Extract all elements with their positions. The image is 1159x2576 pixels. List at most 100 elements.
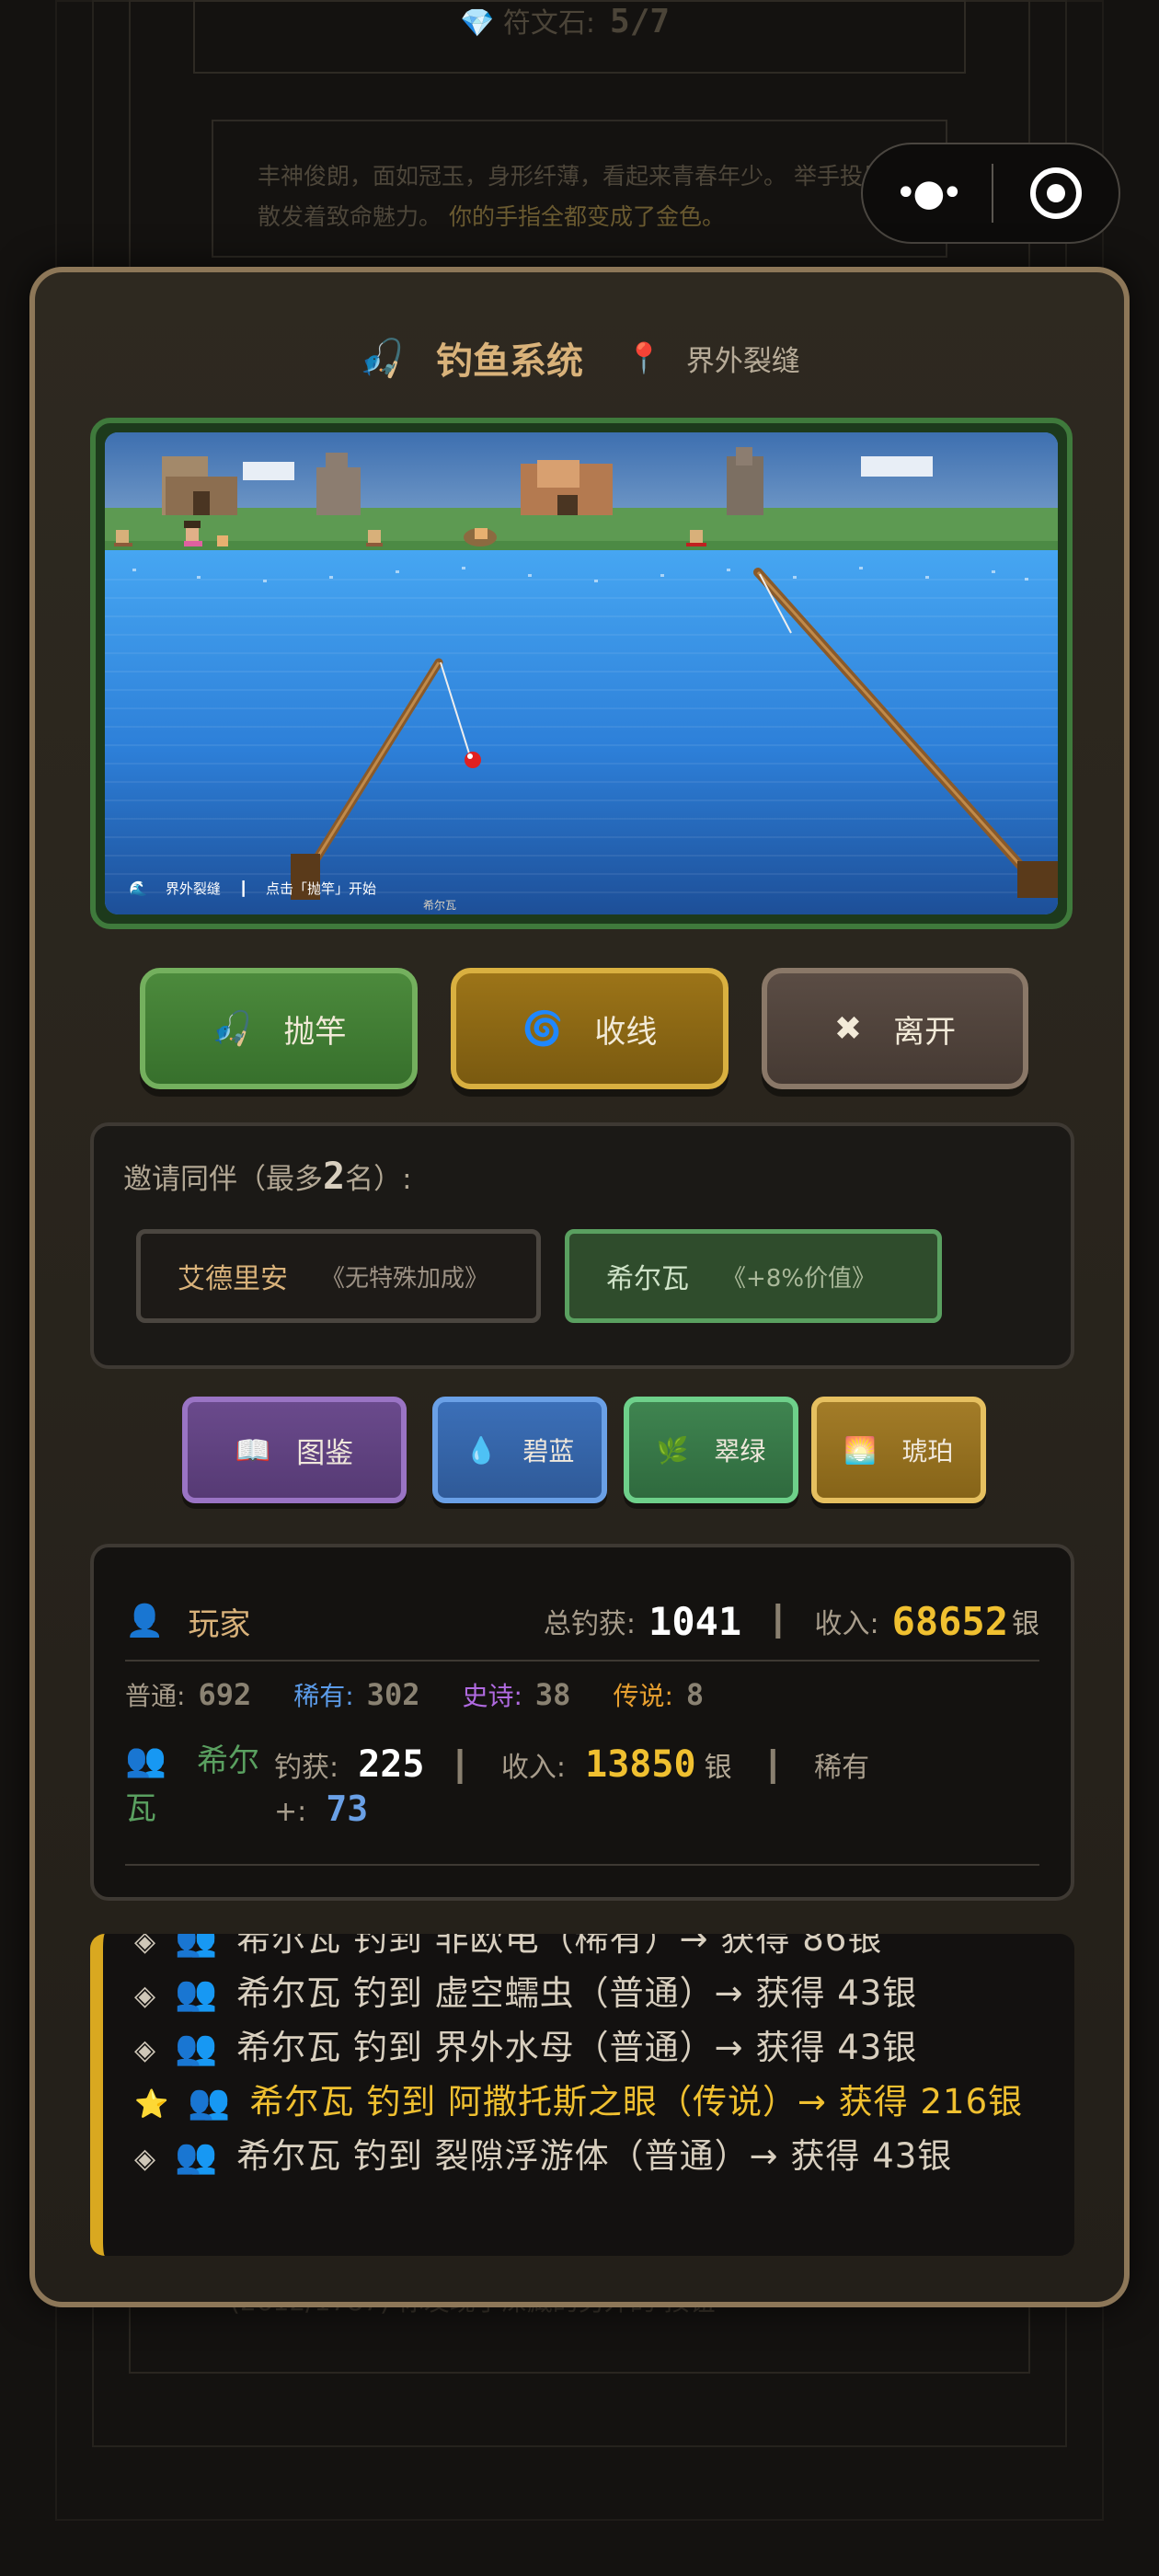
companion-rare-value: 73 [326,1788,369,1829]
log-entry-legendary: ⭐ 👥 希尔瓦 钓到 阿撒托斯之眼（传说）→ 获得 216银 [134,2076,1065,2131]
companion-stats-body: 钓获: 225 ┃ 收入: 13850 银 ┃ 稀有 +: 73 [274,1746,1038,1834]
log-text: 希尔瓦 钓到 裂隙浮游体（普通）→ 获得 43银 [236,2136,953,2176]
catch-log-list: ◈ 👥 希尔瓦 钓到 非欧电（稀有）→ 获得 86银 ◈ 👥 希尔瓦 钓到 虚空蠕虫（普… [134,1934,1065,2185]
diamond-bullet-icon: ◈ [134,1980,157,2012]
legendary-label: 传说: [613,1681,673,1711]
tab-label: 琥珀 [901,1436,954,1466]
companion-income-value: 13850 [585,1743,696,1786]
common-label: 普通: [125,1681,186,1711]
sunrise-icon: 🌅 [843,1434,877,1466]
stats-divider-bottom [125,1864,1039,1866]
star-icon: ⭐ [134,2088,170,2121]
modal-title: 钓鱼系统 [435,340,583,383]
fishing-modal: 🎣 钓鱼系统 📍 界外裂缝 🌊 界外裂缝 ┃ 点击「抛竿」开始 希尔瓦 🎣 抛竿… [29,267,1130,2307]
azure-button[interactable]: 💧 碧蓝 [432,1397,607,1503]
companion-chip-adrian[interactable]: 艾德里安 《无特殊加成》 [136,1229,541,1323]
invite-label: 邀请同伴（最多2名）: [123,1156,412,1198]
catch-log[interactable]: ◈ 👥 希尔瓦 钓到 非欧电（稀有）→ 获得 86银 ◈ 👥 希尔瓦 钓到 虚空蠕虫（普… [90,1934,1074,2256]
companion-rare-label-suffix: +: [274,1796,307,1828]
companion-rare-label: 稀有 [814,1752,870,1784]
total-catch-label: 总钓获: [543,1608,637,1640]
wave-icon: 🌊 [129,880,147,897]
log-text: 希尔瓦 钓到 非欧电（稀有）→ 获得 86银 [236,1934,883,1959]
amber-button[interactable]: 🌅 琥珀 [811,1397,986,1503]
tab-label: 碧蓝 [522,1436,575,1466]
group-icon: 👥 [175,2028,219,2067]
group-icon: 👥 [175,1934,219,1959]
income-label: 收入: [814,1608,879,1640]
catch-stats-panel: 👤 玩家 总钓获: 1041 ┃ 收入: 68652 银 普通: 692 稀有:… [90,1544,1074,1901]
stat-separator: ┃ [451,1749,469,1784]
more-dots-icon[interactable]: •●• [863,172,992,214]
location-pin-icon: 📍 [625,340,662,375]
diamond-bullet-icon: ◈ [134,2034,157,2066]
companion-rod-tag: 希尔瓦 [423,899,457,912]
modal-header: 🎣 钓鱼系统 📍 界外裂缝 [35,326,1124,390]
rune-stone-counter: 💎 符文石: 5/7 [460,0,670,40]
group-icon: 👥 [175,1973,219,2013]
player-name: 玩家 [188,1605,251,1643]
companion-income-label: 收入: [500,1752,567,1784]
encyclopedia-button[interactable]: 📖 图鉴 [182,1397,407,1503]
rune-label: 符文石: [502,7,596,40]
scene-hint: 点击「抛竿」开始 [265,880,376,897]
epic-label: 史诗: [462,1681,522,1711]
water-drop-icon: 💧 [465,1434,498,1466]
leave-button[interactable]: ✖ 离开 [762,968,1028,1089]
cast-label: 抛竿 [283,1013,347,1051]
close-icon: ✖ [833,1009,863,1048]
scene-status-bar: 🌊 界外裂缝 ┃ 点击「抛竿」开始 [129,879,376,898]
log-entry: ◈ 👥 希尔瓦 钓到 界外水母（普通）→ 获得 43银 [134,2022,1065,2076]
companion-bonus: 《+8%价值》 [722,1264,877,1293]
companion-chip-silva[interactable]: 希尔瓦 《+8%价值》 [565,1229,942,1323]
companion-stats-row: 👥 希尔 瓦 钓获: 225 ┃ 收入: 13850 银 ┃ 稀有 +: 73 [125,1741,1045,1860]
log-entry: ◈ 👥 希尔瓦 钓到 非欧电（稀有）→ 获得 86银 [134,1934,1065,1968]
silver-unit: 银 [1012,1608,1039,1640]
spiral-icon: 🌀 [522,1010,564,1048]
fishing-scene[interactable]: 🌊 界外裂缝 ┃ 点击「抛竿」开始 希尔瓦 希尔瓦 [105,432,1058,914]
log-text: 希尔瓦 钓到 虚空蠕虫（普通）→ 获得 43银 [236,1973,918,2013]
silver-unit: 银 [704,1752,732,1784]
fishing-rod-icon: 🎣 [359,337,405,380]
cast-button[interactable]: 🎣 抛竿 [140,968,418,1089]
epic-value: 38 [534,1677,571,1712]
invite-companions-panel: 邀请同伴（最多2名）: 艾德里安 《无特殊加成》 希尔瓦 《+8%价值》 [90,1122,1074,1369]
legendary-value: 8 [685,1677,705,1712]
companion-catch-value: 225 [358,1743,425,1786]
income-value: 68652 [891,1598,1008,1644]
leave-label: 离开 [893,1013,957,1051]
target-circle-icon [1030,167,1082,219]
scene-location: 界外裂缝 [165,880,221,897]
tab-label: 翠绿 [714,1436,766,1466]
stat-separator: ┃ [769,1604,787,1639]
book-icon: 📖 [235,1433,271,1467]
group-icon: 👥 [175,2136,219,2176]
gem-icon: 💎 [460,7,495,40]
companion-bonus: 《无特殊加成》 [321,1264,489,1293]
fishing-scene-frame: 🌊 界外裂缝 ┃ 点击「抛竿」开始 希尔瓦 希尔瓦 [90,418,1073,929]
scene-separator: ┃ [238,880,247,897]
log-entry: ◈ 👥 希尔瓦 钓到 裂隙浮游体（普通）→ 获得 43银 [134,2131,1065,2185]
stat-separator: ┃ [763,1749,782,1784]
user-icon: 👤 [125,1603,165,1639]
fishing-rod-icon: 🎣 [211,1010,253,1048]
log-text: 希尔瓦 钓到 界外水母（普通）→ 获得 43银 [236,2028,918,2067]
diamond-bullet-icon: ◈ [134,1934,157,1958]
companion-name-line2: 瓦 [125,1790,156,1827]
stats-divider [125,1660,1039,1662]
companion-name: 希尔瓦 [606,1263,689,1295]
location-name: 界外裂缝 [685,344,800,378]
rarity-breakdown-row: 普通: 692 稀有: 302 史诗: 38 传说: 8 [125,1676,746,1713]
companion-name: 艾德里安 [178,1263,288,1295]
herb-icon: 🌿 [656,1434,689,1466]
rare-value: 302 [366,1677,420,1712]
close-miniprogram-button[interactable] [993,167,1119,219]
group-icon: 👥 [188,2082,232,2122]
companion-name-line1: 希尔 [197,1742,259,1779]
diamond-bullet-icon: ◈ [134,2143,157,2175]
reel-button[interactable]: 🌀 收线 [451,968,729,1089]
emerald-button[interactable]: 🌿 翠绿 [624,1397,798,1503]
log-entry: ◈ 👥 希尔瓦 钓到 虚空蠕虫（普通）→ 获得 43银 [134,1968,1065,2022]
companion-catch-label: 钓获: [274,1752,339,1784]
player-stats-row: 👤 玩家 总钓获: 1041 ┃ 收入: 68652 银 [125,1593,1039,1649]
